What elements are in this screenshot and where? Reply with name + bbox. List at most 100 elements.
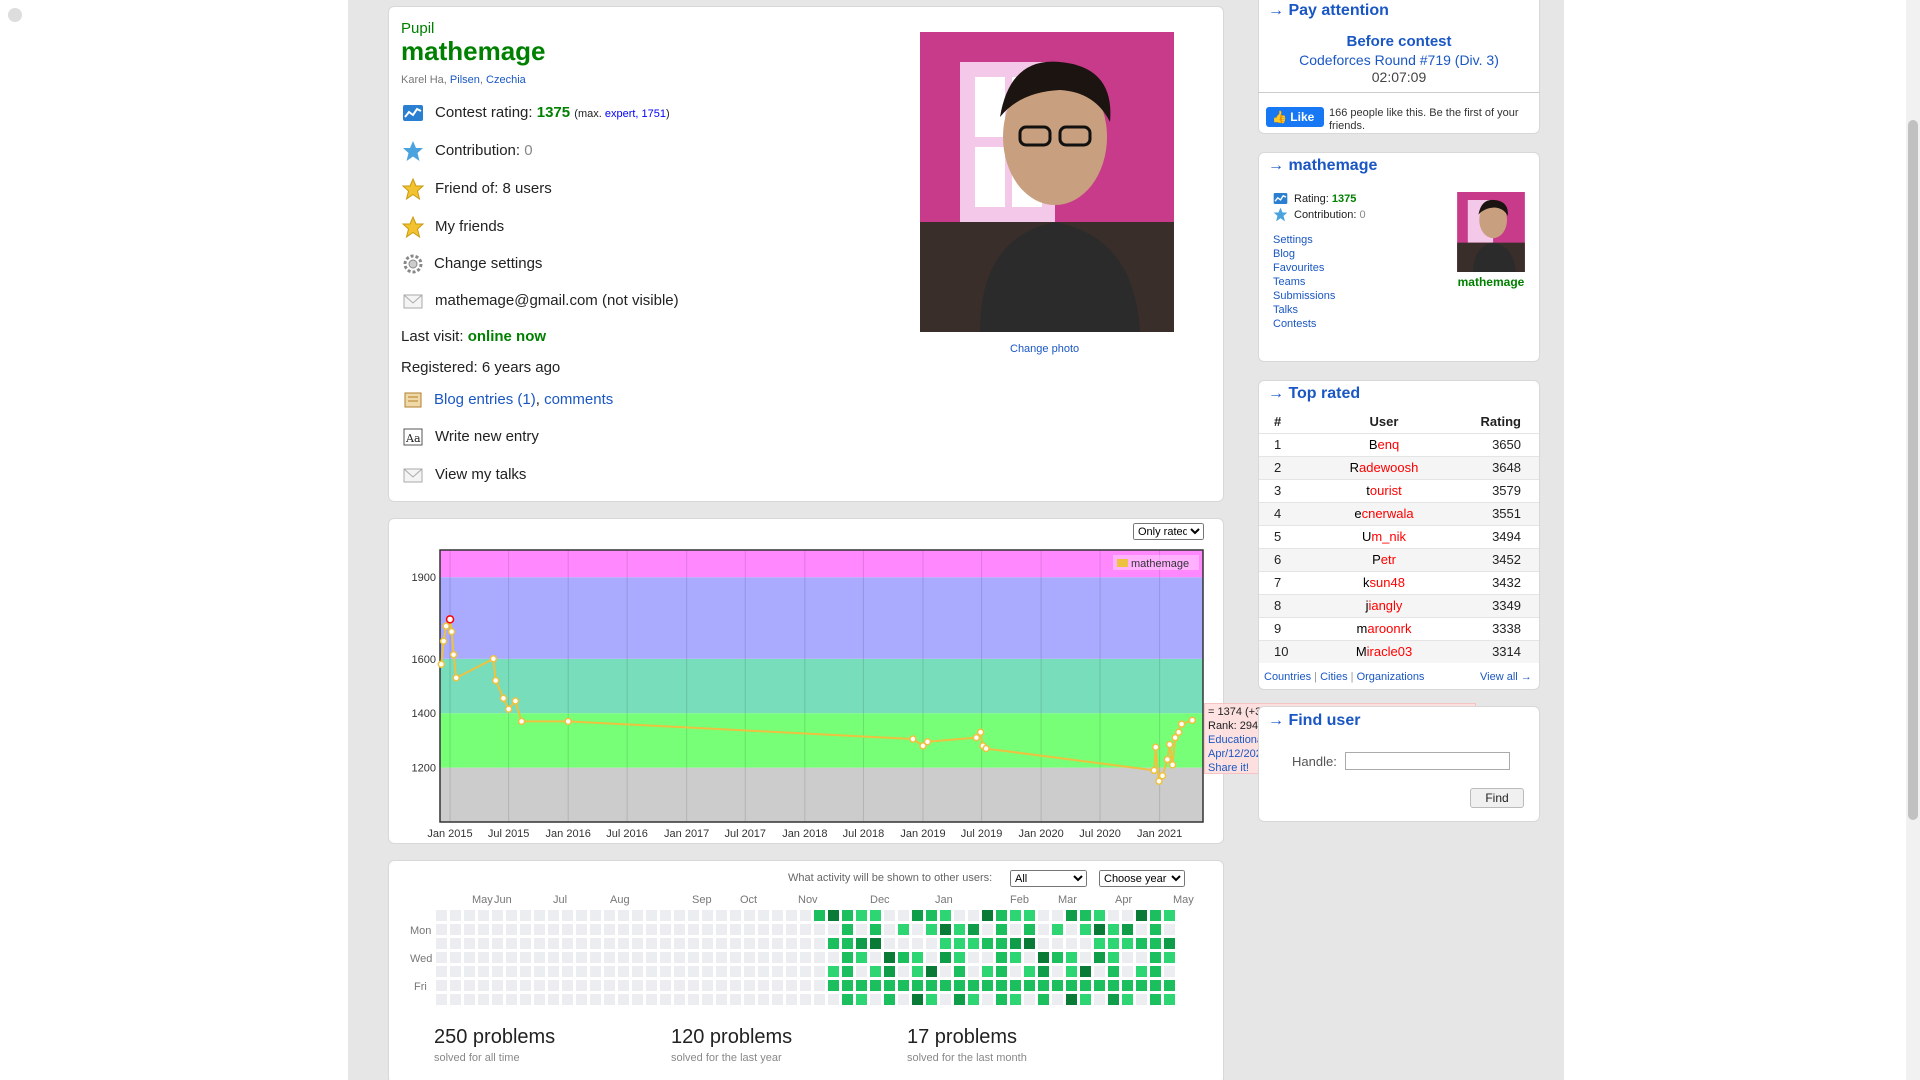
activity-cell[interactable] — [898, 952, 909, 963]
scrollbar-thumb[interactable] — [1908, 120, 1918, 820]
activity-cell[interactable] — [506, 952, 517, 963]
activity-cell[interactable] — [772, 952, 783, 963]
activity-cell[interactable] — [898, 994, 909, 1005]
top-user-link[interactable]: Miracle03 — [1299, 639, 1469, 663]
activity-cell[interactable] — [912, 994, 923, 1005]
activity-cell[interactable] — [548, 924, 559, 935]
activity-cell[interactable] — [548, 994, 559, 1005]
activity-cell[interactable] — [828, 980, 839, 991]
activity-cell[interactable] — [562, 994, 573, 1005]
activity-cell[interactable] — [856, 966, 867, 977]
activity-cell[interactable] — [436, 966, 447, 977]
activity-cell[interactable] — [464, 994, 475, 1005]
activity-cell[interactable] — [478, 980, 489, 991]
activity-cell[interactable] — [954, 924, 965, 935]
activity-cell[interactable] — [632, 938, 643, 949]
activity-cell[interactable] — [520, 994, 531, 1005]
activity-cell[interactable] — [506, 994, 517, 1005]
activity-cell[interactable] — [492, 938, 503, 949]
activity-cell[interactable] — [464, 966, 475, 977]
activity-cell[interactable] — [940, 938, 951, 949]
activity-cell[interactable] — [800, 924, 811, 935]
activity-cell[interactable] — [1150, 938, 1161, 949]
choose-year-select[interactable]: Choose year — [1099, 870, 1185, 887]
activity-cell[interactable] — [842, 980, 853, 991]
activity-cell[interactable] — [870, 924, 881, 935]
activity-cell[interactable] — [1164, 924, 1175, 935]
activity-cell[interactable] — [492, 994, 503, 1005]
activity-cell[interactable] — [856, 952, 867, 963]
activity-cell[interactable] — [632, 980, 643, 991]
activity-cell[interactable] — [954, 994, 965, 1005]
activity-cell[interactable] — [1164, 938, 1175, 949]
activity-cell[interactable] — [688, 952, 699, 963]
activity-cell[interactable] — [716, 924, 727, 935]
activity-cell[interactable] — [702, 980, 713, 991]
activity-cell[interactable] — [1052, 994, 1063, 1005]
activity-cell[interactable] — [1080, 952, 1091, 963]
activity-cell[interactable] — [520, 952, 531, 963]
activity-cell[interactable] — [1094, 952, 1105, 963]
activity-cell[interactable] — [744, 952, 755, 963]
activity-cell[interactable] — [828, 938, 839, 949]
activity-cell[interactable] — [464, 910, 475, 921]
activity-cell[interactable] — [786, 994, 797, 1005]
activity-cell[interactable] — [1038, 910, 1049, 921]
activity-cell[interactable] — [688, 980, 699, 991]
activity-cell[interactable] — [590, 938, 601, 949]
activity-cell[interactable] — [968, 994, 979, 1005]
activity-cell[interactable] — [800, 910, 811, 921]
activity-cell[interactable] — [1164, 994, 1175, 1005]
activity-cell[interactable] — [912, 980, 923, 991]
activity-cell[interactable] — [884, 910, 895, 921]
activity-cell[interactable] — [506, 938, 517, 949]
activity-cell[interactable] — [926, 966, 937, 977]
activity-cell[interactable] — [646, 966, 657, 977]
activity-cell[interactable] — [632, 994, 643, 1005]
activity-cell[interactable] — [1122, 938, 1133, 949]
activity-cell[interactable] — [898, 980, 909, 991]
activity-cell[interactable] — [1066, 966, 1077, 977]
activity-cell[interactable] — [702, 938, 713, 949]
activity-cell[interactable] — [1052, 966, 1063, 977]
activity-cell[interactable] — [562, 966, 573, 977]
activity-cell[interactable] — [492, 980, 503, 991]
activity-cell[interactable] — [590, 924, 601, 935]
activity-cell[interactable] — [1024, 924, 1035, 935]
activity-cell[interactable] — [506, 966, 517, 977]
top-user-link[interactable]: jiangly — [1299, 593, 1469, 617]
organizations-link[interactable]: Organizations — [1357, 671, 1425, 683]
activity-cell[interactable] — [1122, 910, 1133, 921]
top-user-link[interactable]: ksun48 — [1299, 570, 1469, 594]
activity-cell[interactable] — [1150, 966, 1161, 977]
activity-cell[interactable] — [478, 966, 489, 977]
activity-cell[interactable] — [926, 938, 937, 949]
activity-cell[interactable] — [436, 994, 447, 1005]
activity-cell[interactable] — [1164, 952, 1175, 963]
activity-cell[interactable] — [632, 924, 643, 935]
activity-cell[interactable] — [940, 966, 951, 977]
activity-cell[interactable] — [520, 938, 531, 949]
user-handle[interactable]: mathemage — [401, 36, 546, 67]
activity-cell[interactable] — [576, 966, 587, 977]
activity-cell[interactable] — [982, 980, 993, 991]
activity-cell[interactable] — [1094, 980, 1105, 991]
activity-cell[interactable] — [912, 910, 923, 921]
activity-cell[interactable] — [758, 924, 769, 935]
activity-cell[interactable] — [450, 938, 461, 949]
activity-cell[interactable] — [450, 952, 461, 963]
activity-cell[interactable] — [688, 966, 699, 977]
activity-cell[interactable] — [996, 924, 1007, 935]
activity-cell[interactable] — [436, 910, 447, 921]
activity-cell[interactable] — [1164, 966, 1175, 977]
activity-cell[interactable] — [1136, 924, 1147, 935]
activity-cell[interactable] — [940, 910, 951, 921]
activity-cell[interactable] — [576, 938, 587, 949]
activity-cell[interactable] — [1080, 966, 1091, 977]
activity-cell[interactable] — [856, 924, 867, 935]
activity-cell[interactable] — [884, 980, 895, 991]
activity-cell[interactable] — [590, 980, 601, 991]
activity-cell[interactable] — [1080, 994, 1091, 1005]
activity-cell[interactable] — [674, 994, 685, 1005]
activity-cell[interactable] — [716, 966, 727, 977]
